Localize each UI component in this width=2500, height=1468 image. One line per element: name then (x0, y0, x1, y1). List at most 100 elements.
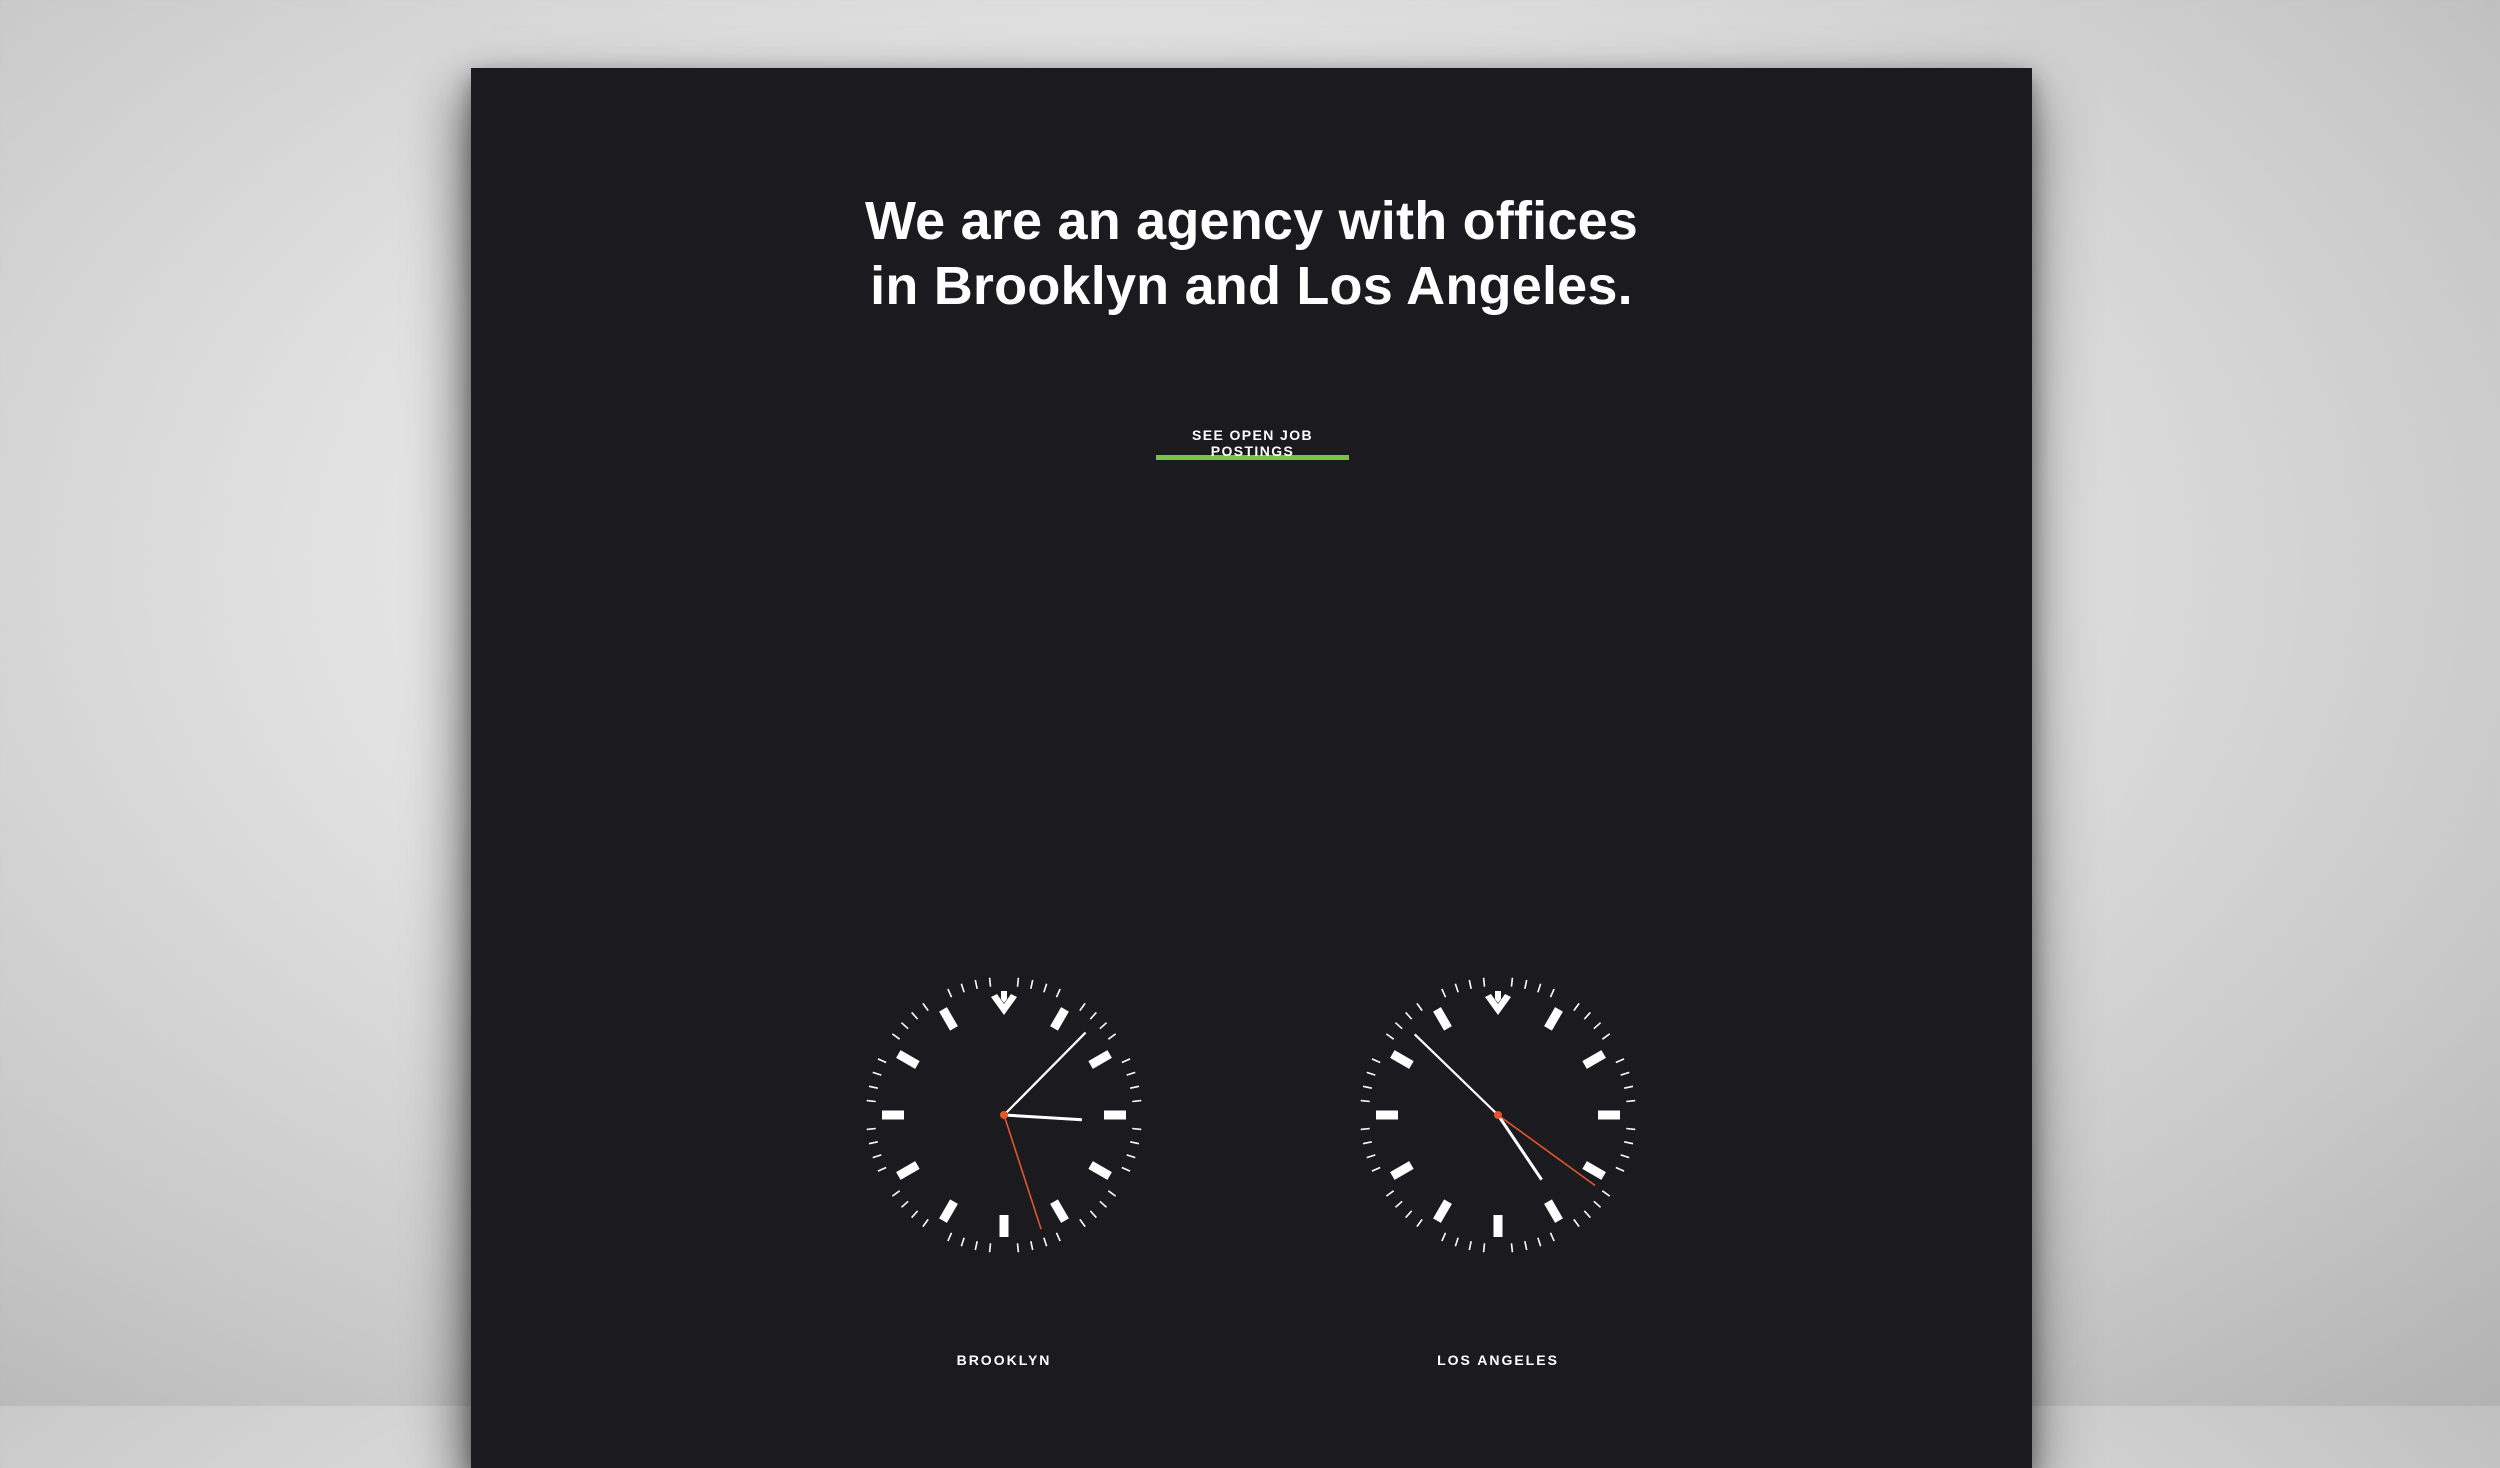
brooklyn-clock-label: BROOKLYN (956, 1352, 1052, 1368)
minute-tick (1079, 1002, 1086, 1012)
minute-tick (1394, 1200, 1403, 1208)
hour-hand (1003, 1113, 1082, 1122)
minute-tick (1626, 1099, 1636, 1103)
minute-tick (868, 1085, 878, 1089)
minute-tick (1360, 1127, 1370, 1131)
minute-tick (1524, 1241, 1528, 1251)
los-angeles-clock (1353, 970, 1643, 1260)
hour-marker (1050, 1199, 1069, 1223)
minute-tick (1573, 1218, 1580, 1228)
hour-marker (1544, 1007, 1563, 1031)
brooklyn-clock (859, 970, 1149, 1260)
los-angeles-clock-face (1360, 977, 1636, 1253)
minute-tick (877, 1058, 887, 1064)
clock-center-pin (1000, 1111, 1008, 1119)
minute-tick (1055, 988, 1061, 998)
second-hand (1497, 1114, 1596, 1187)
minute-tick (1043, 1237, 1048, 1247)
minute-tick (1537, 1237, 1542, 1247)
minute-tick (1583, 1210, 1591, 1219)
minute-hand (1003, 1031, 1087, 1116)
hour-marker (1544, 1199, 1563, 1223)
hour-marker (1433, 1199, 1452, 1223)
minute-tick (866, 1127, 876, 1131)
minute-tick (866, 1099, 876, 1103)
minute-tick (1016, 1243, 1020, 1253)
hour-marker (939, 1199, 958, 1223)
minute-tick (1441, 988, 1447, 998)
minute-tick (1099, 1200, 1108, 1208)
site-page: We are an agency with offices in Brookly… (471, 68, 2032, 1468)
minute-tick (988, 977, 992, 987)
minute-tick (1121, 1058, 1131, 1064)
minute-tick (1510, 977, 1514, 987)
minute-tick (1043, 983, 1048, 993)
minute-tick (922, 1002, 929, 1012)
minute-tick (1371, 1166, 1381, 1172)
hour-marker (1390, 1161, 1414, 1180)
minute-tick (1620, 1071, 1630, 1076)
minute-tick (1089, 1210, 1097, 1219)
minute-tick (1132, 1099, 1142, 1103)
minute-tick (868, 1141, 878, 1145)
minute-tick (1385, 1033, 1395, 1040)
minute-tick (1441, 1232, 1447, 1242)
minute-tick (1454, 1237, 1459, 1247)
minute-tick (1079, 1218, 1086, 1228)
minute-tick (1454, 983, 1459, 993)
minute-tick (1366, 1071, 1376, 1076)
minute-tick (1601, 1190, 1611, 1197)
minute-tick (1362, 1141, 1372, 1145)
minute-tick (891, 1033, 901, 1040)
minute-tick (974, 979, 978, 989)
twelve-emblem-icon (991, 991, 1017, 1015)
minute-tick (1624, 1085, 1634, 1089)
hour-marker (896, 1050, 920, 1069)
minute-tick (1132, 1127, 1142, 1131)
minute-tick (877, 1166, 887, 1172)
minute-tick (900, 1022, 909, 1030)
minute-tick (1524, 979, 1528, 989)
minute-tick (1593, 1022, 1602, 1030)
minute-tick (1126, 1154, 1136, 1159)
minute-tick (1573, 1002, 1580, 1012)
minute-tick (960, 983, 965, 993)
minute-tick (1593, 1200, 1602, 1208)
minute-tick (1537, 983, 1542, 993)
minute-tick (1624, 1141, 1634, 1145)
minute-tick (1016, 977, 1020, 987)
minute-tick (1121, 1166, 1131, 1172)
twelve-emblem-icon (1485, 991, 1511, 1015)
minute-tick (1030, 1241, 1034, 1251)
hour-hand (1496, 1114, 1543, 1181)
minute-tick (1371, 1058, 1381, 1064)
headline-line-2: in Brooklyn and Los Angeles. (870, 256, 1633, 316)
headline-line-1: We are an agency with offices (864, 191, 1639, 251)
minute-tick (947, 988, 953, 998)
minute-tick (1030, 979, 1034, 989)
minute-tick (1405, 1011, 1413, 1020)
minute-tick (1360, 1099, 1370, 1103)
minute-tick (1366, 1154, 1376, 1159)
minute-tick (1601, 1033, 1611, 1040)
hour-marker (1088, 1050, 1112, 1069)
minute-tick (1626, 1127, 1636, 1131)
minute-tick (1394, 1022, 1403, 1030)
minute-tick (1468, 1241, 1472, 1251)
hour-marker (1088, 1161, 1112, 1180)
hour-marker (1050, 1007, 1069, 1031)
see-open-job-postings-link[interactable]: SEE OPEN JOB POSTINGS (1156, 427, 1349, 460)
minute-tick (1405, 1210, 1413, 1219)
minute-tick (1107, 1033, 1117, 1040)
minute-tick (947, 1232, 953, 1242)
minute-tick (1468, 979, 1472, 989)
minute-tick (891, 1190, 901, 1197)
minute-tick (1583, 1011, 1591, 1020)
brooklyn-clock-face (866, 977, 1142, 1253)
minute-tick (1126, 1071, 1136, 1076)
minute-tick (1482, 1243, 1486, 1253)
minute-tick (1130, 1085, 1140, 1089)
minute-tick (1055, 1232, 1061, 1242)
minute-tick (1615, 1166, 1625, 1172)
clock-center-pin (1494, 1111, 1502, 1119)
